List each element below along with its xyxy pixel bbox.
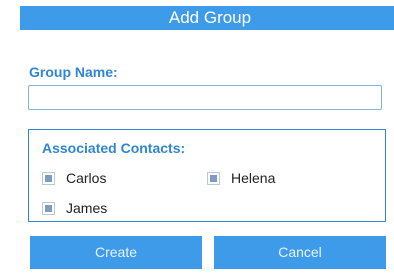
associated-contacts-box: Associated Contacts: Carlos Helena James: [28, 129, 386, 222]
checkbox[interactable]: [207, 171, 220, 185]
group-name-input[interactable]: [28, 85, 382, 110]
contact-carlos[interactable]: Carlos: [42, 170, 106, 186]
contact-name: Helena: [231, 170, 276, 186]
create-button[interactable]: Create: [30, 236, 202, 269]
add-group-dialog: Add Group Group Name: Associated Contact…: [0, 0, 394, 276]
contact-name: James: [66, 200, 108, 216]
associated-contacts-title: Associated Contacts:: [42, 140, 186, 156]
dialog-title: Add Group: [168, 8, 252, 27]
dialog-titlebar: Add Group: [20, 6, 394, 30]
checkbox[interactable]: [42, 201, 55, 215]
cancel-button[interactable]: Cancel: [214, 236, 386, 269]
group-name-label: Group Name:: [29, 64, 118, 80]
contact-james[interactable]: James: [42, 200, 107, 216]
contact-name: Carlos: [66, 170, 107, 186]
contact-helena[interactable]: Helena: [207, 170, 275, 186]
checkbox[interactable]: [42, 171, 55, 185]
